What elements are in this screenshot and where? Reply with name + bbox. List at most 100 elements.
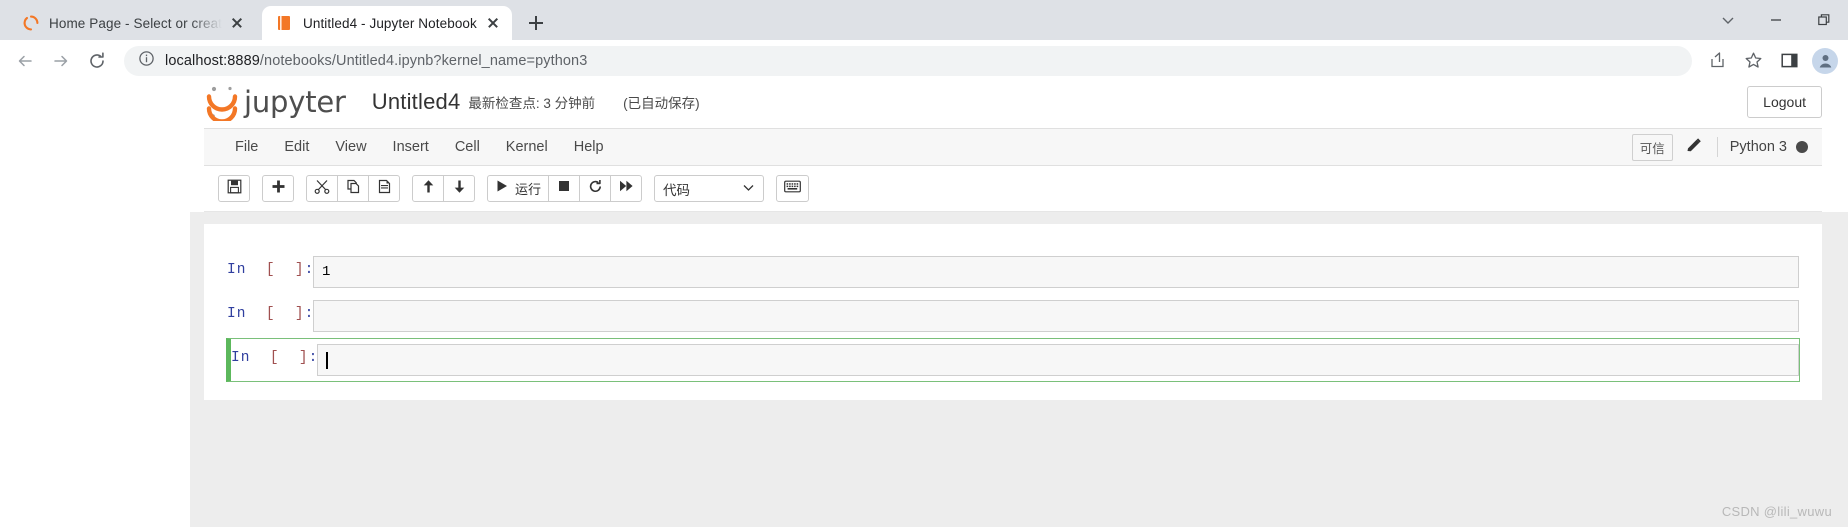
run-cell-button[interactable]: 运行	[487, 175, 550, 202]
cell-prompt-brackets: ]	[294, 262, 305, 278]
cell-prompt: In [ ]:	[231, 350, 319, 366]
cut-button[interactable]	[306, 175, 338, 202]
save-button[interactable]	[218, 175, 250, 202]
sidepanel-icon[interactable]	[1772, 44, 1806, 78]
save-icon	[227, 179, 242, 199]
pencil-icon[interactable]	[1685, 137, 1705, 157]
url-host: localhost:8889	[165, 52, 260, 69]
notebook-cell-selected[interactable]: In [ ]:	[226, 338, 1800, 382]
toolbar-group-insert	[262, 175, 294, 202]
reload-icon[interactable]	[80, 44, 114, 78]
menu-item-file[interactable]: File	[222, 131, 271, 163]
notebook-toolbar: 运行 代码	[204, 166, 1822, 212]
menu-item-cell[interactable]: Cell	[442, 131, 493, 163]
menu-item-view[interactable]: View	[322, 131, 379, 163]
browser-toolbar-actions	[1698, 44, 1838, 78]
copy-button[interactable]	[337, 175, 369, 202]
menu-item-edit[interactable]: Edit	[271, 131, 322, 163]
menubar-divider	[1716, 137, 1718, 157]
stop-square-icon	[557, 179, 571, 198]
cell-input-area[interactable]	[313, 300, 1799, 332]
notebook-cell[interactable]: In [ ]:	[226, 294, 1800, 338]
notebook-checkpoint-status: 最新检查点: 3 分钟前	[468, 96, 596, 111]
browser-tab-untitled4[interactable]: Untitled4 - Jupyter Notebook	[262, 6, 512, 40]
jupyter-logo[interactable]: jupyter	[204, 83, 346, 124]
menu-item-insert[interactable]: Insert	[380, 131, 442, 163]
jupyter-logo-icon	[204, 83, 240, 124]
cell-input-area[interactable]	[317, 344, 1799, 376]
minimize-icon[interactable]	[1752, 0, 1800, 40]
paste-button[interactable]	[368, 175, 400, 202]
keyboard-icon	[784, 180, 801, 198]
chevron-down-icon[interactable]	[1704, 0, 1752, 40]
cell-type-select[interactable]: 代码	[654, 175, 765, 202]
notebook-cell[interactable]: In [ ]: 1	[226, 250, 1800, 294]
kernel-indicator-label[interactable]: Python 3	[1730, 139, 1787, 155]
move-cell-up-button[interactable]	[412, 175, 444, 202]
kernel-busy-circle-icon	[1796, 141, 1808, 153]
back-arrow-icon[interactable]	[8, 44, 42, 78]
notebook-menubar: File Edit View Insert Cell Kernel Help 可…	[204, 128, 1822, 166]
toolbar-group-run: 运行	[487, 175, 643, 202]
cell-prompt-brackets: [	[265, 306, 276, 322]
new-tab-button[interactable]	[522, 9, 550, 37]
share-icon[interactable]	[1700, 44, 1734, 78]
profile-avatar-icon[interactable]	[1812, 47, 1838, 74]
jupyter-notebook-icon	[276, 15, 293, 32]
cell-prompt-brackets: [	[269, 350, 280, 366]
arrow-up-icon	[421, 179, 436, 199]
arrow-down-icon	[452, 179, 467, 199]
menu-item-help[interactable]: Help	[561, 131, 617, 163]
star-icon[interactable]	[1736, 44, 1770, 78]
interrupt-kernel-button[interactable]	[548, 175, 581, 202]
play-run-icon	[495, 179, 509, 198]
forward-arrow-icon[interactable]	[44, 44, 78, 78]
watermark: CSDN @lili_wuwu	[1721, 504, 1832, 519]
jupyter-loading-icon	[22, 15, 39, 32]
trusted-badge: 可信	[1631, 133, 1673, 161]
copy-icon	[346, 179, 361, 199]
move-cell-down-button[interactable]	[443, 175, 475, 202]
window-controls	[1704, 0, 1848, 40]
notebook-autosave-status: (已自动保存)	[623, 96, 700, 111]
cell-input-area[interactable]: 1	[313, 256, 1799, 288]
cell-prompt-brackets: ]	[294, 306, 305, 322]
jupyter-wordmark: jupyter	[244, 85, 346, 119]
cell-source-text: 1	[322, 264, 331, 280]
browser-tab-title: Home Page - Select or create a	[49, 15, 222, 31]
restart-kernel-button[interactable]	[579, 175, 612, 202]
insert-cell-below-button[interactable]	[262, 175, 294, 202]
cell-prompt-brackets: [	[265, 262, 276, 278]
logout-button[interactable]: Logout	[1747, 86, 1822, 118]
address-bar-text: localhost:8889/notebooks/Untitled4.ipynb…	[165, 53, 587, 69]
cell-prompt: In [ ]:	[227, 306, 315, 322]
cell-prompt: In [ ]:	[227, 262, 315, 278]
cell-type-value: 代码	[663, 182, 691, 198]
command-palette-button[interactable]	[776, 175, 810, 202]
restart-and-run-all-button[interactable]	[610, 175, 643, 202]
cell-prompt-brackets: ]	[298, 350, 309, 366]
text-cursor	[326, 351, 328, 369]
notebook-header: jupyter Untitled4 最新检查点: 3 分钟前 (已自动保存) L…	[190, 76, 1848, 128]
menu-item-kernel[interactable]: Kernel	[493, 131, 561, 163]
toolbar-group-save	[218, 175, 250, 202]
toolbar-group-palette	[776, 175, 810, 202]
notebook-canvas: In [ ]: 1 In [ ]: In [ ]:	[190, 212, 1848, 527]
close-icon[interactable]	[484, 14, 502, 32]
paste-icon	[377, 179, 392, 199]
chevron-down-icon	[742, 181, 755, 197]
scissors-cut-icon	[314, 179, 330, 199]
info-circle-icon[interactable]	[138, 50, 155, 72]
browser-tab-home-page[interactable]: Home Page - Select or create a	[8, 6, 256, 40]
url-path: /notebooks/Untitled4.ipynb?kernel_name=p…	[259, 52, 588, 69]
restore-icon[interactable]	[1800, 0, 1848, 40]
restart-refresh-icon	[588, 179, 603, 199]
toolbar-group-move	[412, 175, 475, 202]
browser-tab-title: Untitled4 - Jupyter Notebook	[303, 15, 477, 31]
browser-tab-strip: Home Page - Select or create a Untitled4…	[0, 0, 1848, 40]
jupyter-notebook-app: jupyter Untitled4 最新检查点: 3 分钟前 (已自动保存) L…	[190, 76, 1848, 527]
toolbar-group-clipboard	[306, 175, 400, 202]
notebook-name[interactable]: Untitled4	[372, 89, 461, 115]
close-icon[interactable]	[228, 14, 246, 32]
address-bar[interactable]: localhost:8889/notebooks/Untitled4.ipynb…	[124, 45, 1692, 76]
